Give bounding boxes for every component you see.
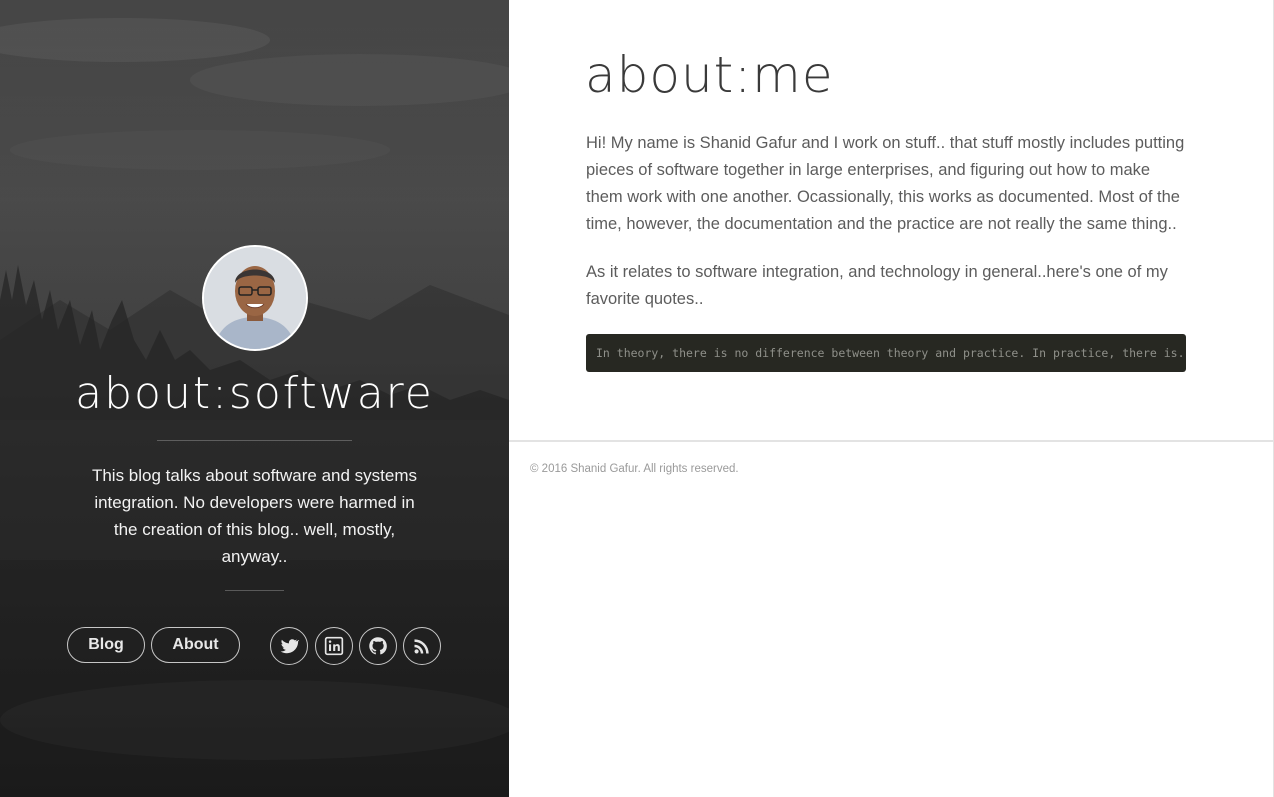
linkedin-link[interactable]: [315, 627, 353, 665]
site-description: This blog talks about software and syste…: [91, 466, 418, 566]
github-link[interactable]: [359, 627, 397, 665]
avatar: [202, 245, 308, 351]
profile-photo: [204, 247, 306, 349]
nav-about-button[interactable]: About: [151, 627, 240, 663]
quote-code-block: In theory, there is no difference betwee…: [586, 334, 1186, 372]
rss-link[interactable]: [403, 627, 441, 665]
divider: [157, 440, 352, 441]
twitter-link[interactable]: [270, 627, 308, 665]
footer-copyright: © 2016 Shanid Gafur. All rights reserved…: [530, 463, 739, 475]
twitter-icon: [280, 639, 299, 654]
sidebar: about:software This blog talks about sof…: [0, 0, 509, 797]
linkedin-icon: [324, 636, 344, 656]
nav-blog-button[interactable]: Blog: [67, 627, 145, 663]
divider: [225, 590, 284, 591]
sidebar-content: about:software This blog talks about sof…: [0, 0, 509, 797]
rss-icon: [414, 639, 429, 654]
footer-divider: [509, 440, 1273, 442]
page: about:software This blog talks about sof…: [0, 0, 1274, 797]
intro-paragraph: Hi! My name is Shanid Gafur and I work o…: [586, 134, 1185, 233]
site-title: about:software: [75, 368, 434, 419]
github-icon: [369, 637, 387, 655]
quote-intro-paragraph: As it relates to software integration, a…: [586, 263, 1168, 308]
main-content: about:me Hi! My name is Shanid Gafur and…: [509, 0, 1274, 797]
page-title: about:me: [585, 46, 834, 104]
